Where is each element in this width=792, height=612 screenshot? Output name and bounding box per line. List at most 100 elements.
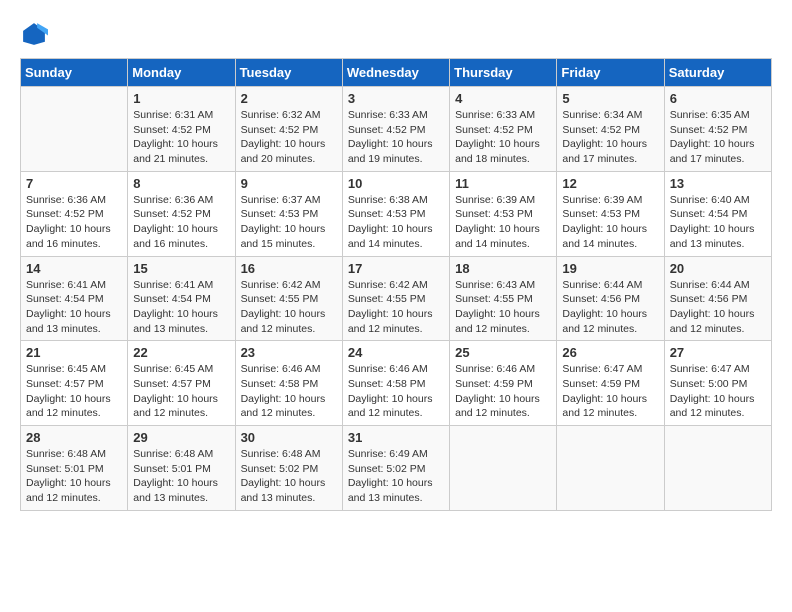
- calendar-week-row: 28 Sunrise: 6:48 AM Sunset: 5:01 PM Dayli…: [21, 426, 772, 511]
- day-number: 5: [562, 91, 658, 106]
- calendar-day-cell: 25 Sunrise: 6:46 AM Sunset: 4:59 PM Dayli…: [450, 341, 557, 426]
- day-info: Sunrise: 6:32 AM Sunset: 4:52 PM Dayligh…: [241, 108, 337, 167]
- calendar-day-cell: 29 Sunrise: 6:48 AM Sunset: 5:01 PM Dayli…: [128, 426, 235, 511]
- day-info: Sunrise: 6:47 AM Sunset: 5:00 PM Dayligh…: [670, 362, 766, 421]
- calendar-day-cell: 28 Sunrise: 6:48 AM Sunset: 5:01 PM Dayli…: [21, 426, 128, 511]
- calendar-day-cell: 3Sunrise: 6:33 AM Sunset: 4:52 PM Daylig…: [342, 87, 449, 172]
- logo: [20, 20, 52, 48]
- calendar-day-cell: 14Sunrise: 6:41 AM Sunset: 4:54 PM Dayli…: [21, 256, 128, 341]
- calendar-day-cell: 10 Sunrise: 6:38 AM Sunset: 4:53 PM Dayli…: [342, 171, 449, 256]
- calendar-day-cell: 31 Sunrise: 6:49 AM Sunset: 5:02 PM Dayli…: [342, 426, 449, 511]
- day-info: Sunrise: 6:41 AM Sunset: 4:54 PM Dayligh…: [26, 278, 122, 337]
- calendar-day-cell: [557, 426, 664, 511]
- day-info: Sunrise: 6:39 AM Sunset: 4:53 PM Dayligh…: [562, 193, 658, 252]
- day-number: 29: [133, 430, 229, 445]
- calendar-day-cell: 20Sunrise: 6:44 AM Sunset: 4:56 PM Dayli…: [664, 256, 771, 341]
- calendar-day-cell: 9Sunrise: 6:37 AM Sunset: 4:53 PM Daylig…: [235, 171, 342, 256]
- calendar-day-cell: 2 Sunrise: 6:32 AM Sunset: 4:52 PM Daylig…: [235, 87, 342, 172]
- calendar-table: SundayMondayTuesdayWednesdayThursdayFrid…: [20, 58, 772, 511]
- calendar-day-cell: 8 Sunrise: 6:36 AM Sunset: 4:52 PM Daylig…: [128, 171, 235, 256]
- day-number: 17: [348, 261, 444, 276]
- calendar-day-cell: 13 Sunrise: 6:40 AM Sunset: 4:54 PM Dayli…: [664, 171, 771, 256]
- day-info: Sunrise: 6:45 AM Sunset: 4:57 PM Dayligh…: [133, 362, 229, 421]
- day-info: Sunrise: 6:33 AM Sunset: 4:52 PM Dayligh…: [348, 108, 444, 167]
- day-info: Sunrise: 6:48 AM Sunset: 5:01 PM Dayligh…: [133, 447, 229, 506]
- day-number: 24: [348, 345, 444, 360]
- calendar-day-cell: 23Sunrise: 6:46 AM Sunset: 4:58 PM Dayli…: [235, 341, 342, 426]
- day-number: 11: [455, 176, 551, 191]
- page-header: [20, 20, 772, 48]
- day-number: 19: [562, 261, 658, 276]
- day-info: Sunrise: 6:41 AM Sunset: 4:54 PM Dayligh…: [133, 278, 229, 337]
- day-info: Sunrise: 6:48 AM Sunset: 5:01 PM Dayligh…: [26, 447, 122, 506]
- weekday-header: Thursday: [450, 59, 557, 87]
- calendar-day-cell: 4 Sunrise: 6:33 AM Sunset: 4:52 PM Daylig…: [450, 87, 557, 172]
- day-number: 23: [241, 345, 337, 360]
- day-number: 26: [562, 345, 658, 360]
- day-info: Sunrise: 6:43 AM Sunset: 4:55 PM Dayligh…: [455, 278, 551, 337]
- day-info: Sunrise: 6:49 AM Sunset: 5:02 PM Dayligh…: [348, 447, 444, 506]
- day-number: 13: [670, 176, 766, 191]
- day-number: 4: [455, 91, 551, 106]
- day-info: Sunrise: 6:34 AM Sunset: 4:52 PM Dayligh…: [562, 108, 658, 167]
- day-info: Sunrise: 6:42 AM Sunset: 4:55 PM Dayligh…: [348, 278, 444, 337]
- logo-icon: [20, 20, 48, 48]
- day-number: 21: [26, 345, 122, 360]
- day-number: 2: [241, 91, 337, 106]
- day-info: Sunrise: 6:35 AM Sunset: 4:52 PM Dayligh…: [670, 108, 766, 167]
- calendar-day-cell: [664, 426, 771, 511]
- day-number: 10: [348, 176, 444, 191]
- day-number: 31: [348, 430, 444, 445]
- calendar-day-cell: 15 Sunrise: 6:41 AM Sunset: 4:54 PM Dayli…: [128, 256, 235, 341]
- day-number: 6: [670, 91, 766, 106]
- day-info: Sunrise: 6:46 AM Sunset: 4:58 PM Dayligh…: [348, 362, 444, 421]
- day-number: 27: [670, 345, 766, 360]
- calendar-day-cell: 24 Sunrise: 6:46 AM Sunset: 4:58 PM Dayli…: [342, 341, 449, 426]
- day-info: Sunrise: 6:47 AM Sunset: 4:59 PM Dayligh…: [562, 362, 658, 421]
- calendar-day-cell: 11 Sunrise: 6:39 AM Sunset: 4:53 PM Dayli…: [450, 171, 557, 256]
- day-info: Sunrise: 6:36 AM Sunset: 4:52 PM Dayligh…: [133, 193, 229, 252]
- day-number: 8: [133, 176, 229, 191]
- calendar-day-cell: [21, 87, 128, 172]
- day-info: Sunrise: 6:31 AM Sunset: 4:52 PM Dayligh…: [133, 108, 229, 167]
- day-info: Sunrise: 6:39 AM Sunset: 4:53 PM Dayligh…: [455, 193, 551, 252]
- day-info: Sunrise: 6:48 AM Sunset: 5:02 PM Dayligh…: [241, 447, 337, 506]
- weekday-header: Monday: [128, 59, 235, 87]
- day-info: Sunrise: 6:42 AM Sunset: 4:55 PM Dayligh…: [241, 278, 337, 337]
- weekday-header: Sunday: [21, 59, 128, 87]
- calendar-day-cell: 17 Sunrise: 6:42 AM Sunset: 4:55 PM Dayli…: [342, 256, 449, 341]
- calendar-day-cell: 12 Sunrise: 6:39 AM Sunset: 4:53 PM Dayli…: [557, 171, 664, 256]
- weekday-header: Saturday: [664, 59, 771, 87]
- day-number: 12: [562, 176, 658, 191]
- calendar-week-row: 7 Sunrise: 6:36 AM Sunset: 4:52 PM Daylig…: [21, 171, 772, 256]
- calendar-day-cell: 16Sunrise: 6:42 AM Sunset: 4:55 PM Dayli…: [235, 256, 342, 341]
- day-number: 25: [455, 345, 551, 360]
- calendar-day-cell: 26 Sunrise: 6:47 AM Sunset: 4:59 PM Dayli…: [557, 341, 664, 426]
- day-info: Sunrise: 6:46 AM Sunset: 4:59 PM Dayligh…: [455, 362, 551, 421]
- day-info: Sunrise: 6:45 AM Sunset: 4:57 PM Dayligh…: [26, 362, 122, 421]
- day-number: 7: [26, 176, 122, 191]
- calendar-day-cell: 22 Sunrise: 6:45 AM Sunset: 4:57 PM Dayli…: [128, 341, 235, 426]
- day-number: 9: [241, 176, 337, 191]
- day-info: Sunrise: 6:38 AM Sunset: 4:53 PM Dayligh…: [348, 193, 444, 252]
- calendar-day-cell: 27 Sunrise: 6:47 AM Sunset: 5:00 PM Dayli…: [664, 341, 771, 426]
- calendar-day-cell: 1 Sunrise: 6:31 AM Sunset: 4:52 PM Daylig…: [128, 87, 235, 172]
- day-info: Sunrise: 6:40 AM Sunset: 4:54 PM Dayligh…: [670, 193, 766, 252]
- calendar-day-cell: 5 Sunrise: 6:34 AM Sunset: 4:52 PM Daylig…: [557, 87, 664, 172]
- weekday-header: Friday: [557, 59, 664, 87]
- day-number: 22: [133, 345, 229, 360]
- weekday-header: Tuesday: [235, 59, 342, 87]
- calendar-day-cell: 18 Sunrise: 6:43 AM Sunset: 4:55 PM Dayli…: [450, 256, 557, 341]
- calendar-day-cell: 30Sunrise: 6:48 AM Sunset: 5:02 PM Dayli…: [235, 426, 342, 511]
- calendar-day-cell: 7 Sunrise: 6:36 AM Sunset: 4:52 PM Daylig…: [21, 171, 128, 256]
- day-number: 18: [455, 261, 551, 276]
- day-info: Sunrise: 6:36 AM Sunset: 4:52 PM Dayligh…: [26, 193, 122, 252]
- calendar-header-row: SundayMondayTuesdayWednesdayThursdayFrid…: [21, 59, 772, 87]
- calendar-week-row: 14Sunrise: 6:41 AM Sunset: 4:54 PM Dayli…: [21, 256, 772, 341]
- day-number: 1: [133, 91, 229, 106]
- day-number: 28: [26, 430, 122, 445]
- calendar-week-row: 21 Sunrise: 6:45 AM Sunset: 4:57 PM Dayli…: [21, 341, 772, 426]
- day-number: 20: [670, 261, 766, 276]
- day-info: Sunrise: 6:33 AM Sunset: 4:52 PM Dayligh…: [455, 108, 551, 167]
- day-number: 15: [133, 261, 229, 276]
